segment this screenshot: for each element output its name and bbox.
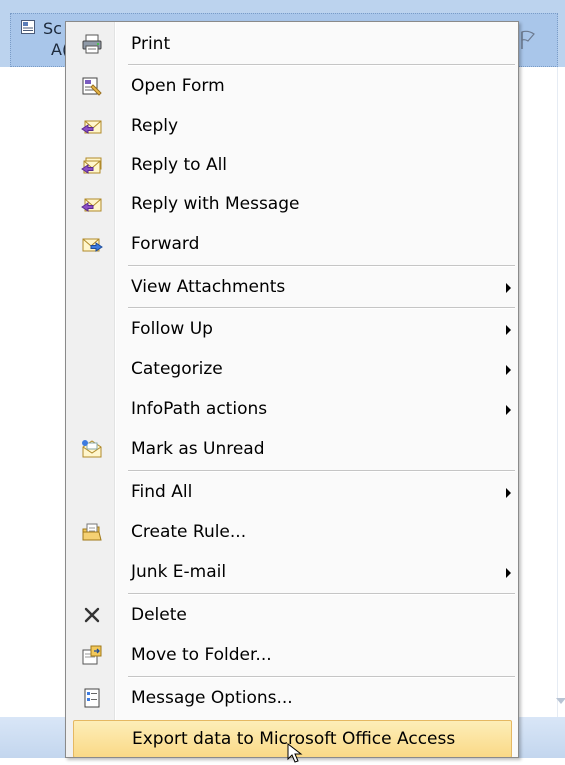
menu-item-label: Reply with Message <box>131 194 300 214</box>
menu-item-label: Reply to All <box>131 155 228 175</box>
menu-item-forward[interactable]: Forward <box>69 225 515 263</box>
menu-item-view-attachments[interactable]: View Attachments <box>69 268 515 306</box>
flag-icon[interactable] <box>519 30 537 50</box>
submenu-arrow-icon <box>506 325 511 335</box>
menu-item-label: Create Rule... <box>131 522 247 542</box>
menu-item-label: Reply <box>131 116 179 136</box>
menu-item-label: Follow Up <box>131 319 213 339</box>
mark-unread-icon <box>82 440 102 458</box>
move-folder-icon <box>82 645 102 665</box>
menu-item-infopath-actions[interactable]: InfoPath actions <box>69 390 515 428</box>
menu-separator <box>128 307 515 309</box>
context-menu: Print Open Form Reply Reply to All Reply… <box>65 21 519 758</box>
menu-item-label: Delete <box>131 605 187 625</box>
menu-item-move-to-folder[interactable]: Move to Folder... <box>69 636 515 674</box>
menu-item-label: View Attachments <box>131 277 286 297</box>
submenu-arrow-icon <box>506 283 511 293</box>
submenu-arrow-icon <box>506 365 511 375</box>
menu-item-categorize[interactable]: Categorize <box>69 350 515 388</box>
menu-item-label: Print <box>131 34 171 54</box>
forward-icon <box>82 238 103 252</box>
menu-item-follow-up[interactable]: Follow Up <box>69 310 515 348</box>
submenu-arrow-icon <box>506 488 511 498</box>
mouse-cursor-icon <box>287 743 303 763</box>
menu-separator <box>128 265 515 267</box>
menu-item-print[interactable]: Print <box>69 25 515 63</box>
delete-icon <box>84 607 100 623</box>
menu-item-label: Open Form <box>131 76 225 96</box>
menu-item-reply-all[interactable]: Reply to All <box>69 146 515 184</box>
message-options-icon <box>84 688 100 708</box>
scroll-down-arrow-icon[interactable] <box>556 698 565 704</box>
menu-item-open-form[interactable]: Open Form <box>69 67 515 105</box>
message-row-sender: Sc <box>43 19 62 38</box>
menu-item-label: Junk E-mail <box>131 562 227 582</box>
menu-item-label: Find All <box>131 482 193 502</box>
open-form-icon <box>82 77 102 96</box>
create-rule-icon <box>82 523 102 541</box>
menu-separator <box>128 593 515 595</box>
reply-icon <box>81 120 102 134</box>
menu-item-junk-email[interactable]: Junk E-mail <box>69 553 515 591</box>
menu-separator <box>128 64 515 66</box>
reply-all-icon <box>81 157 102 174</box>
menu-item-delete[interactable]: Delete <box>69 596 515 634</box>
menu-item-label: Move to Folder... <box>131 645 272 665</box>
menu-item-reply-with-message[interactable]: Reply with Message <box>69 185 515 223</box>
print-icon <box>82 34 102 54</box>
reply-with-message-icon <box>81 198 102 212</box>
menu-separator <box>128 470 515 472</box>
menu-item-create-rule[interactable]: Create Rule... <box>69 513 515 551</box>
menu-item-message-options[interactable]: Message Options... <box>69 679 515 717</box>
menu-item-label: Categorize <box>131 359 223 379</box>
submenu-arrow-icon <box>506 405 511 415</box>
menu-item-mark-as-unread[interactable]: Mark as Unread <box>69 430 515 468</box>
scrollbar[interactable] <box>557 67 565 717</box>
menu-item-find-all[interactable]: Find All <box>69 473 515 511</box>
menu-item-reply[interactable]: Reply <box>69 107 515 145</box>
message-form-icon <box>21 20 35 34</box>
menu-item-label: Forward <box>131 234 200 254</box>
menu-separator <box>128 676 515 678</box>
menu-item-label: Mark as Unread <box>131 439 265 459</box>
menu-item-label: Message Options... <box>131 688 293 708</box>
submenu-arrow-icon <box>506 568 511 578</box>
menu-item-label: InfoPath actions <box>131 399 268 419</box>
